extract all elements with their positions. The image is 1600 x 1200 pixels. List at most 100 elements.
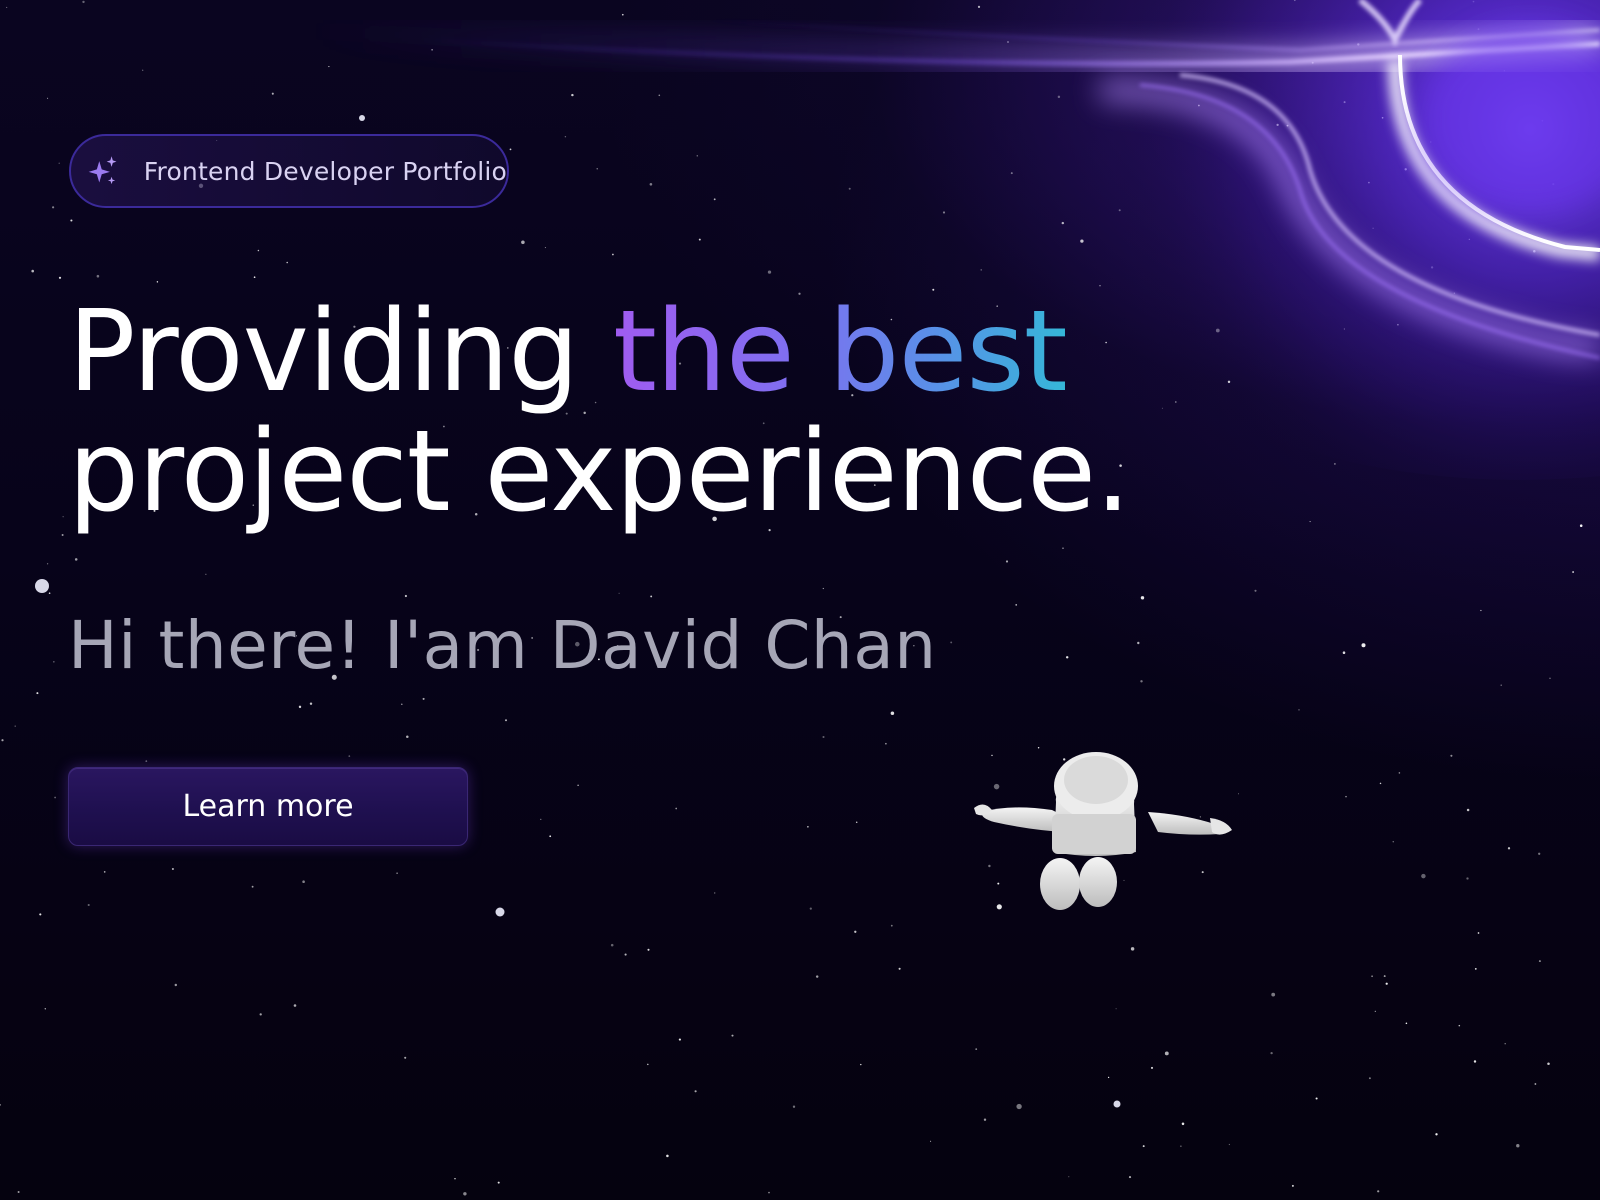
- star: [650, 595, 653, 598]
- star: [1541, 119, 1544, 122]
- star: [48, 592, 51, 595]
- star: [822, 587, 824, 590]
- star: [1345, 795, 1347, 798]
- star: [82, 0, 85, 4]
- star: [1271, 992, 1276, 997]
- star: [860, 1063, 862, 1066]
- star: [142, 69, 144, 71]
- star: [678, 1038, 681, 1041]
- star: [454, 1177, 456, 1180]
- portfolio-badge: Frontend Developer Portfolio: [69, 134, 509, 208]
- star: [328, 66, 330, 68]
- star: [61, 534, 64, 536]
- star: [1254, 589, 1257, 592]
- star: [1377, 1190, 1380, 1193]
- star: [1311, 61, 1314, 64]
- hero-subtitle: Hi there! I'am David Chan: [68, 607, 937, 684]
- star: [1466, 877, 1469, 880]
- star: [1293, 0, 1296, 2]
- star: [406, 735, 409, 739]
- star: [205, 573, 207, 575]
- star: [768, 1191, 770, 1194]
- star: [610, 943, 614, 947]
- star: [822, 735, 825, 739]
- star: [53, 661, 55, 663]
- star: [731, 1034, 734, 1037]
- star: [1472, 0, 1475, 3]
- star: [396, 872, 398, 875]
- star: [1099, 285, 1101, 287]
- star: [1385, 982, 1388, 985]
- star: [1180, 1145, 1182, 1147]
- star: [1538, 960, 1541, 963]
- star: [854, 930, 857, 933]
- star: [1372, 227, 1374, 229]
- star: [156, 281, 159, 283]
- star: [647, 1063, 649, 1066]
- star: [96, 274, 100, 278]
- star: [1357, 43, 1360, 46]
- star: [649, 183, 653, 186]
- learn-more-button[interactable]: Learn more: [68, 767, 468, 846]
- star: [1538, 852, 1541, 855]
- star: [898, 967, 901, 970]
- star: [259, 1013, 262, 1016]
- star: [1371, 975, 1373, 978]
- star: [564, 136, 567, 138]
- star: [145, 760, 148, 762]
- star: [1128, 1176, 1132, 1179]
- star: [1549, 677, 1551, 680]
- astronaut-right-arm: [1148, 812, 1221, 835]
- star: [431, 48, 433, 51]
- star: [1140, 596, 1145, 600]
- star: [46, 563, 49, 565]
- star: [596, 168, 598, 170]
- star: [848, 187, 851, 190]
- star: [675, 807, 678, 810]
- star: [14, 725, 16, 727]
- star: [809, 907, 812, 910]
- star: [1397, 323, 1399, 326]
- headline-text-line2: project experience.: [68, 407, 1131, 537]
- star: [1503, 70, 1506, 72]
- star: [62, 516, 64, 518]
- star: [983, 1118, 987, 1121]
- star: [257, 249, 260, 252]
- star: [1150, 1066, 1154, 1069]
- star: [658, 94, 661, 97]
- star: [1381, 116, 1384, 119]
- bright-star: [35, 579, 49, 593]
- star: [1450, 754, 1453, 757]
- star: [1379, 782, 1382, 785]
- astronaut-figure: [974, 752, 1232, 910]
- star: [624, 953, 627, 956]
- star: [698, 238, 701, 241]
- star: [713, 198, 716, 201]
- star: [1286, 124, 1289, 127]
- star: [6, 6, 8, 8]
- star: [286, 261, 288, 264]
- astronaut-right-leg: [1079, 857, 1117, 907]
- star: [694, 1090, 697, 1093]
- star: [1130, 947, 1135, 951]
- star: [1068, 1176, 1070, 1178]
- star: [942, 211, 946, 214]
- star: [1140, 680, 1143, 683]
- star: [404, 1056, 407, 1059]
- star: [1368, 1077, 1371, 1080]
- star: [1374, 1010, 1376, 1012]
- star: [571, 93, 574, 97]
- star: [1480, 609, 1482, 612]
- star: [1398, 772, 1401, 774]
- star: [31, 269, 34, 273]
- star: [1005, 560, 1009, 563]
- star: [1174, 401, 1177, 403]
- star: [253, 276, 256, 279]
- star: [1507, 847, 1511, 850]
- star: [885, 742, 887, 745]
- star: [1534, 1083, 1537, 1085]
- star: [980, 269, 982, 271]
- star: [1361, 643, 1366, 648]
- star: [1215, 328, 1220, 333]
- star: [271, 92, 274, 95]
